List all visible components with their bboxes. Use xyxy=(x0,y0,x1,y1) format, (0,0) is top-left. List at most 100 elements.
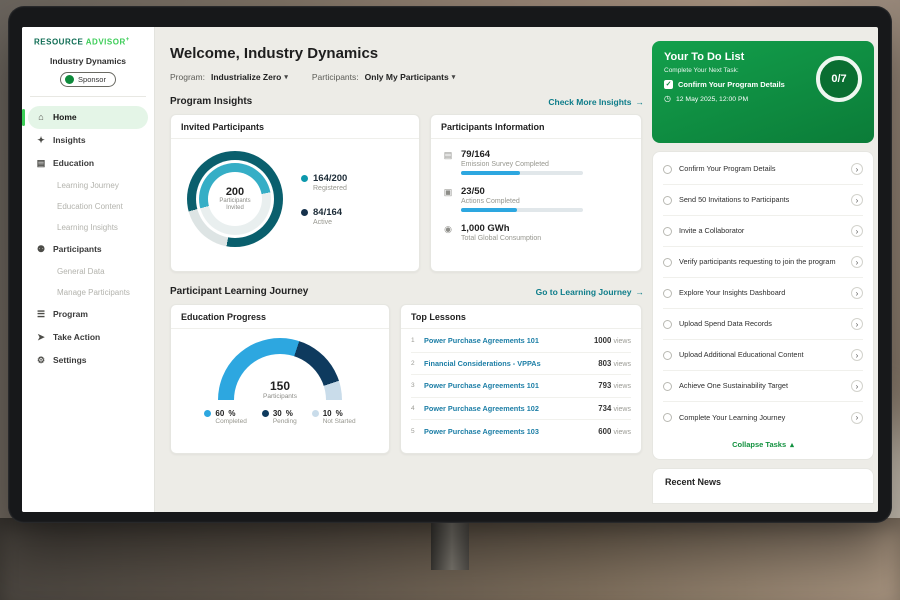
task-row-send-invitations[interactable]: Send 50 Invitations to Participants › xyxy=(663,185,863,216)
views-count: 1000 xyxy=(594,336,611,345)
chevron-right-icon[interactable]: › xyxy=(851,163,863,175)
task-checkbox[interactable] xyxy=(663,320,672,329)
task-checkbox[interactable] xyxy=(663,351,672,360)
lesson-link[interactable]: Power Purchase Agreements 101 xyxy=(424,381,592,390)
stat-value: 79/164 xyxy=(461,149,583,160)
link-label: Check More Insights xyxy=(548,97,631,107)
chevron-right-icon[interactable]: › xyxy=(851,380,863,392)
top-lessons-card: Top Lessons 1 Power Purchase Agreements … xyxy=(400,304,642,454)
percent-sign: % xyxy=(336,409,343,418)
chevron-right-icon[interactable]: › xyxy=(851,287,863,299)
sidebar-item-insights[interactable]: ✦ Insights xyxy=(28,129,148,152)
insights-icon: ✦ xyxy=(36,135,46,146)
sidebar-item-label: Learning Insights xyxy=(57,223,118,232)
chevron-down-icon: ▾ xyxy=(452,73,456,81)
task-checkbox[interactable] xyxy=(663,196,672,205)
emission-progress-bar xyxy=(461,171,583,175)
actions-completed-icon: ▣ xyxy=(443,187,453,212)
sidebar-item-label: Education Content xyxy=(57,202,123,211)
task-row-complete-learning-journey[interactable]: Complete Your Learning Journey › xyxy=(663,402,863,433)
chevron-right-icon[interactable]: › xyxy=(851,349,863,361)
card-title: Participants Information xyxy=(431,115,641,139)
check-more-insights-link[interactable]: Check More Insights → xyxy=(548,97,644,107)
invited-legend: 164/200 Registered 84/164 Active xyxy=(301,173,347,226)
sidebar-item-participants[interactable]: ⚉ Participants xyxy=(28,238,148,261)
task-row-confirm-program[interactable]: Confirm Your Program Details › xyxy=(663,154,863,185)
task-checkbox[interactable] xyxy=(663,165,672,174)
task-checkbox[interactable] xyxy=(663,227,672,236)
task-checkbox[interactable] xyxy=(663,289,672,298)
lesson-link[interactable]: Financial Considerations - VPPAs xyxy=(424,359,592,368)
link-label: Go to Learning Journey xyxy=(536,287,632,297)
education-progress-chart: 150 Participants xyxy=(218,338,342,400)
sidebar-item-program[interactable]: ☰ Program xyxy=(28,303,148,326)
views-count: 600 xyxy=(598,427,611,436)
sidebar-item-settings[interactable]: ⚙ Settings xyxy=(28,349,148,372)
sidebar-item-home[interactable]: ⌂ Home xyxy=(28,106,148,129)
chevron-down-icon: ▾ xyxy=(284,73,288,81)
legend-item-not-started: 10% Not Started xyxy=(312,409,356,425)
chevron-right-icon[interactable]: › xyxy=(851,256,863,268)
views-unit: views xyxy=(613,406,631,413)
legend-value: 10 xyxy=(323,409,332,418)
participants-filter-select[interactable]: Only My Participants ▾ xyxy=(365,72,456,82)
monitor: RESOURCE ADVISOR+ Industry Dynamics Spon… xyxy=(8,6,892,523)
sidebar-item-learning-journey[interactable]: Learning Journey xyxy=(28,175,148,196)
card-title: Invited Participants xyxy=(171,115,419,139)
sponsor-badge[interactable]: Sponsor xyxy=(60,72,116,87)
program-insights-cards: Invited Participants 200 Participants In… xyxy=(170,114,644,272)
stat-value: 23/50 xyxy=(461,186,583,197)
task-row-upload-spend-data[interactable]: Upload Spend Data Records › xyxy=(663,309,863,340)
donut-center-label: Participants Invited xyxy=(214,198,256,213)
due-date: 12 May 2025, 12:00 PM xyxy=(676,96,748,103)
task-row-verify-participants[interactable]: Verify participants requesting to join t… xyxy=(663,247,863,278)
arrow-right-icon: → xyxy=(636,287,645,297)
invited-donut-center: 200 Participants Invited xyxy=(208,172,262,226)
task-row-upload-educational-content[interactable]: Upload Additional Educational Content › xyxy=(663,340,863,371)
sidebar-item-take-action[interactable]: ➤ Take Action xyxy=(28,326,148,349)
views-count: 793 xyxy=(598,381,611,390)
emission-survey-icon: ▤ xyxy=(443,150,453,175)
task-checkbox[interactable] xyxy=(663,258,672,267)
percent-sign: % xyxy=(286,409,293,418)
percent-sign: % xyxy=(228,409,235,418)
todo-summary-card: Your To Do List Complete Your Next Task:… xyxy=(652,41,874,143)
org-name: Industry Dynamics xyxy=(22,56,154,66)
sidebar-item-general-data[interactable]: General Data xyxy=(28,261,148,282)
todo-progress-ring: 0/7 xyxy=(816,56,862,102)
go-to-learning-journey-link[interactable]: Go to Learning Journey → xyxy=(536,287,644,297)
sidebar-item-label: Take Action xyxy=(53,332,100,342)
section-title-recent-news: Recent News xyxy=(665,477,861,487)
program-filter-select[interactable]: Industrialize Zero ▾ xyxy=(211,72,288,82)
collapse-label: Collapse Tasks xyxy=(732,440,786,449)
chevron-right-icon[interactable]: › xyxy=(851,225,863,237)
views-unit: views xyxy=(613,383,631,390)
todo-column: Your To Do List Complete Your Next Task:… xyxy=(652,41,874,504)
lesson-link[interactable]: Power Purchase Agreements 103 xyxy=(424,427,592,436)
task-checkbox[interactable] xyxy=(663,382,672,391)
sidebar-item-education[interactable]: ▤ Education xyxy=(28,152,148,175)
collapse-tasks-button[interactable]: Collapse Tasks ▴ xyxy=(663,433,863,457)
sidebar-item-label: Program xyxy=(53,309,88,319)
stat-emission-survey: ▤ 79/164 Emission Survey Completed xyxy=(443,149,629,175)
chevron-right-icon[interactable]: › xyxy=(851,318,863,330)
legend-value: 164/200 xyxy=(313,173,347,184)
task-row-invite-collaborator[interactable]: Invite a Collaborator › xyxy=(663,216,863,247)
task-row-achieve-target[interactable]: Achieve One Sustainability Target › xyxy=(663,371,863,402)
education-icon: ▤ xyxy=(36,158,46,169)
sidebar-item-manage-participants[interactable]: Manage Participants xyxy=(28,282,148,303)
task-checkbox[interactable] xyxy=(663,413,672,422)
lesson-link[interactable]: Power Purchase Agreements 102 xyxy=(424,404,592,413)
sidebar-item-learning-insights[interactable]: Learning Insights xyxy=(28,217,148,238)
sidebar-item-label: Participants xyxy=(53,244,102,254)
chevron-right-icon[interactable]: › xyxy=(851,194,863,206)
lesson-link[interactable]: Power Purchase Agreements 101 xyxy=(424,336,588,345)
sponsor-label: Sponsor xyxy=(78,75,106,84)
logo-plus: + xyxy=(126,37,130,43)
sidebar-item-education-content[interactable]: Education Content xyxy=(28,196,148,217)
participants-icon: ⚉ xyxy=(36,244,46,255)
chevron-right-icon[interactable]: › xyxy=(851,412,863,424)
task-label: Invite a Collaborator xyxy=(679,222,844,239)
task-row-explore-insights[interactable]: Explore Your Insights Dashboard › xyxy=(663,278,863,309)
task-label: Confirm Your Program Details xyxy=(679,160,844,177)
